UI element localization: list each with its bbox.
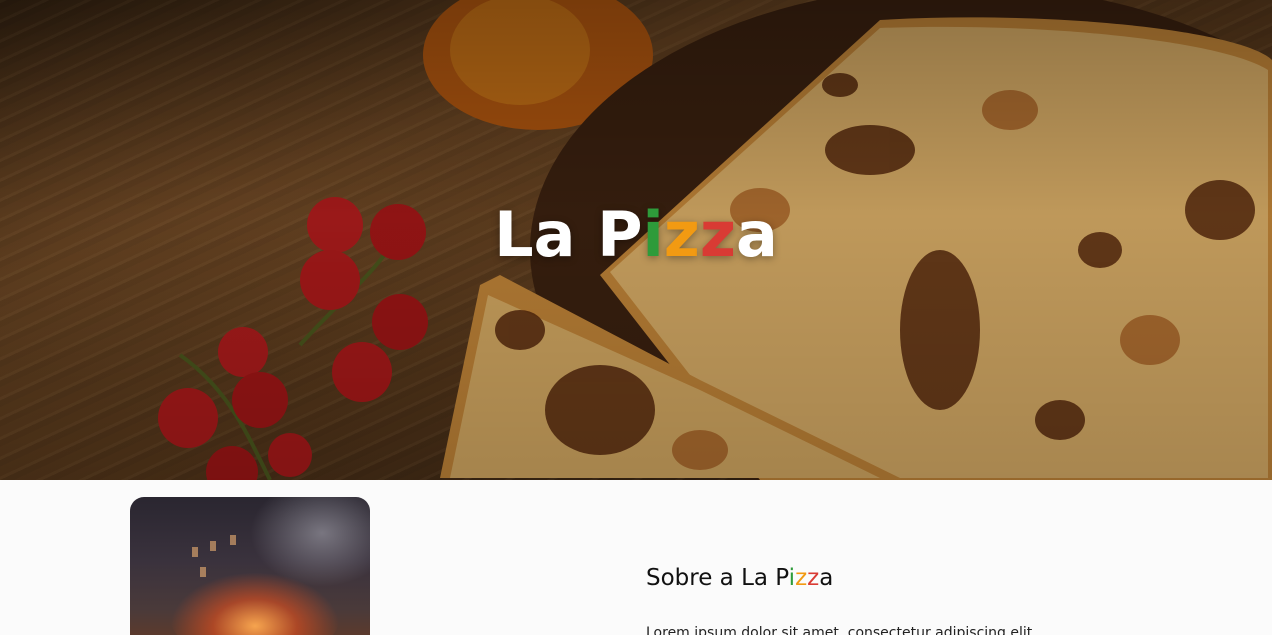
hero-banner: La Pizza xyxy=(0,0,1272,480)
about-title: Sobre a La Pizza xyxy=(646,565,834,591)
about-section: Sobre a La Pizza Lorem ipsum dolor sit a… xyxy=(0,480,1272,635)
restaurant-night-photo xyxy=(130,497,370,635)
hero-title: La Pizza xyxy=(494,198,778,271)
about-description: Lorem ipsum dolor sit amet, consectetur … xyxy=(646,625,1033,635)
